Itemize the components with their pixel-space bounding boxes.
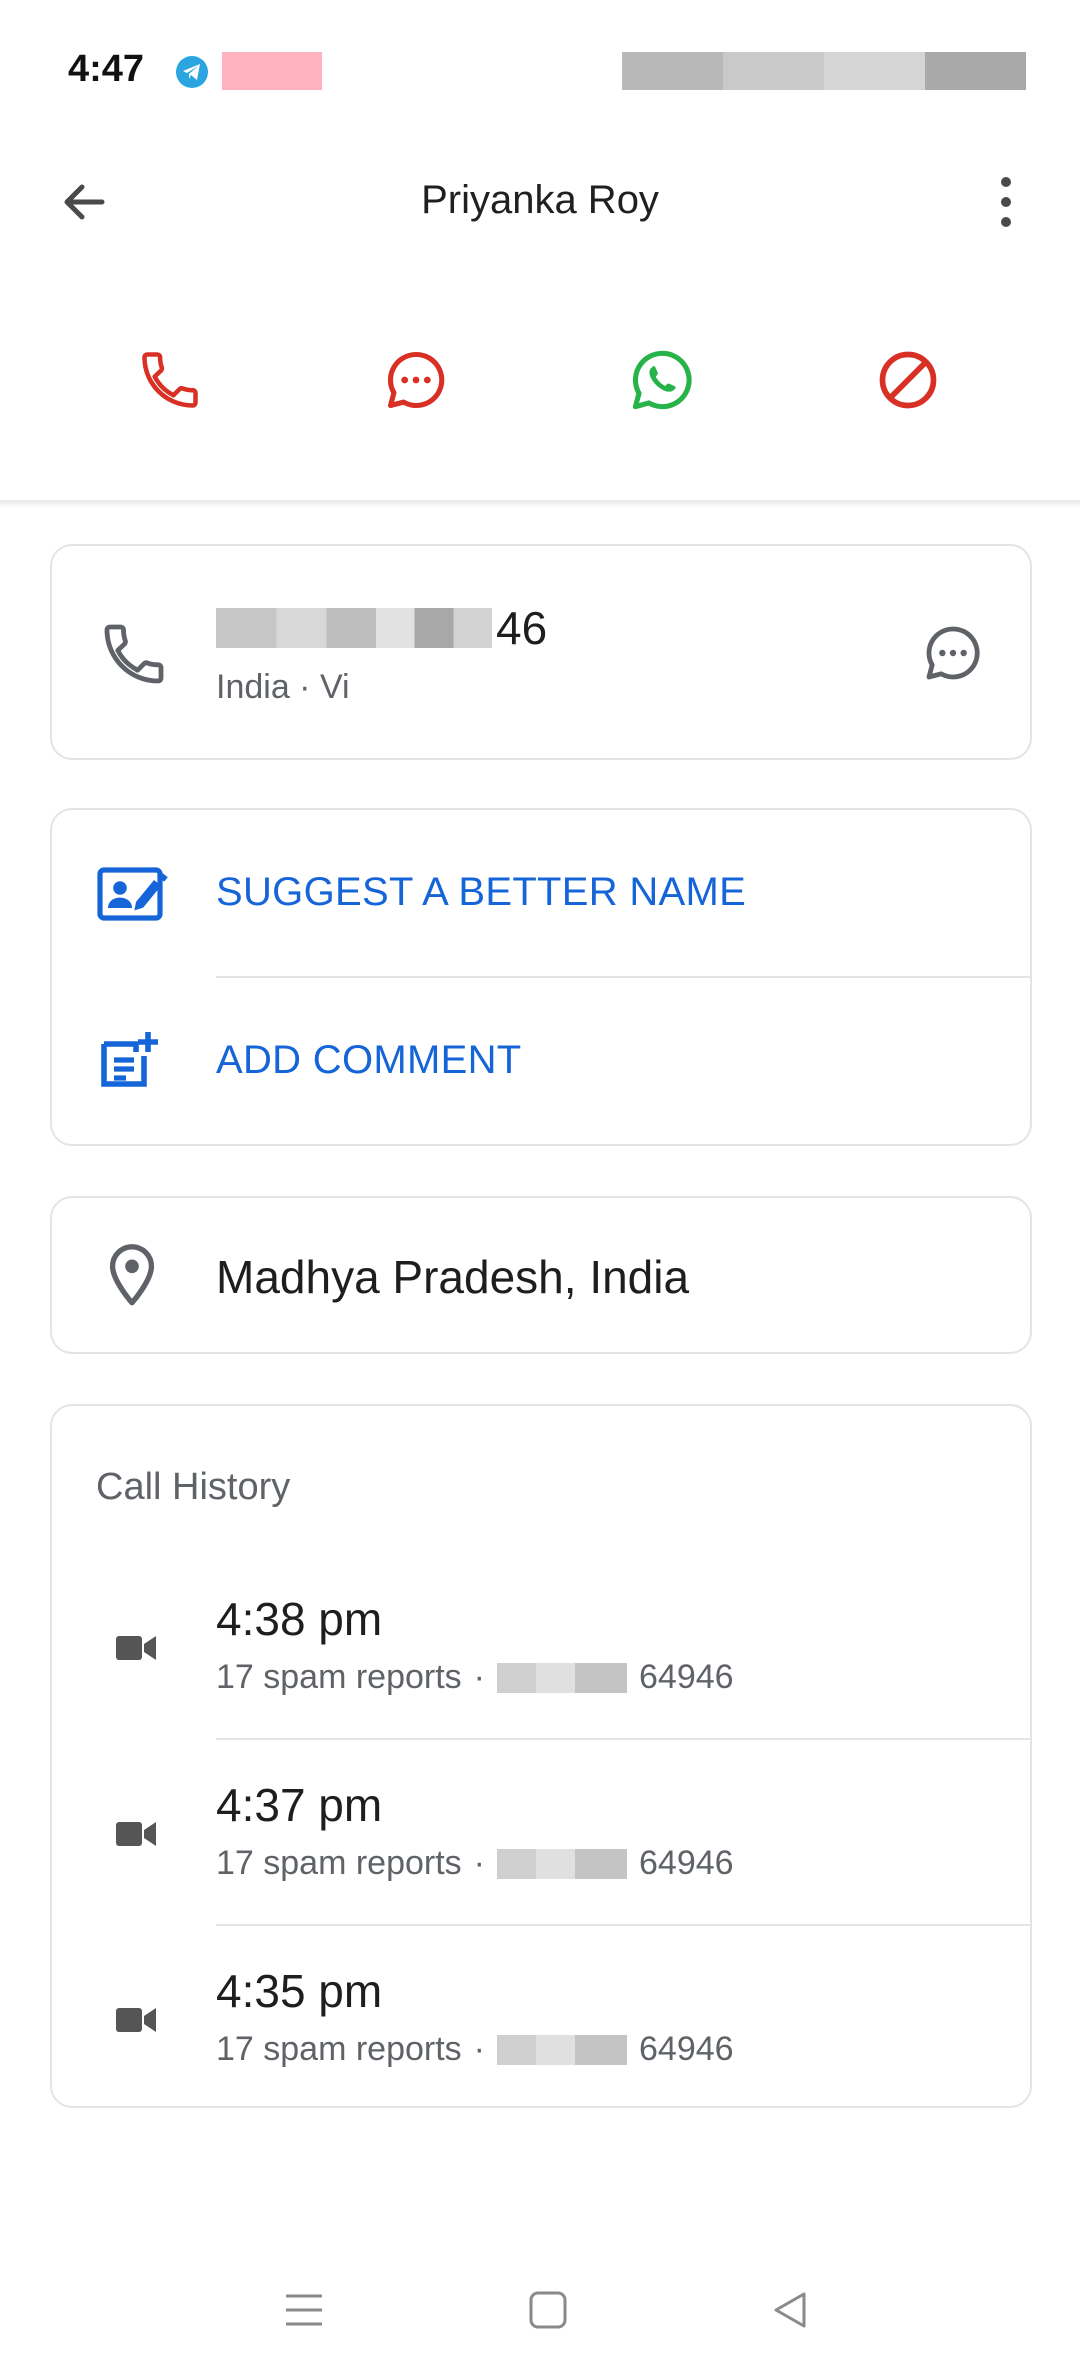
spam-report-count: 17 spam reports (216, 1844, 462, 1882)
video-call-icon (116, 1822, 156, 1846)
call-time: 4:35 pm (216, 1965, 383, 2017)
separator-dot: · (473, 1844, 485, 1882)
redacted-number (497, 1848, 627, 1879)
phone-icon (142, 352, 198, 408)
home-button[interactable] (518, 2280, 578, 2340)
menu-icon (286, 2294, 322, 2326)
location-card: Madhya Pradesh, India (50, 1196, 1032, 1354)
sms-button[interactable] (914, 614, 992, 692)
more-options-button[interactable] (978, 170, 1034, 234)
call-history-item[interactable]: 4:38 pm 17 spam reports · 64946 (52, 1554, 1030, 1740)
phone-number-card[interactable]: 46 India · Vi (50, 544, 1032, 760)
status-bar: 4:47 (0, 0, 1080, 120)
suggest-comment-card: SUGGEST A BETTER NAME ADD COMMENT (50, 808, 1032, 1146)
suggest-name-label: SUGGEST A BETTER NAME (216, 870, 747, 914)
separator-dot: · (473, 1658, 485, 1696)
spam-report-count: 17 spam reports (216, 1658, 462, 1696)
status-time: 4:47 (68, 48, 145, 90)
redacted-status-icons (622, 52, 1026, 90)
redacted-number (497, 2034, 627, 2065)
call-time: 4:37 pm (216, 1779, 383, 1831)
separator-dot: · (473, 2030, 485, 2068)
number-suffix: 64946 (639, 2030, 734, 2068)
call-button[interactable] (120, 330, 220, 430)
call-history-item[interactable]: 4:35 pm 17 spam reports · 64946 (52, 1926, 1030, 2112)
call-details: 17 spam reports · 64946 (216, 2030, 734, 2069)
redacted-number (216, 608, 492, 648)
phone-carrier-info: India · Vi (216, 668, 350, 706)
location-text: Madhya Pradesh, India (216, 1251, 690, 1303)
spam-report-count: 17 spam reports (216, 2030, 462, 2068)
number-suffix: 64946 (639, 1844, 734, 1882)
video-call-icon (116, 2008, 156, 2032)
header-divider (0, 500, 1080, 508)
system-nav-bar (0, 2260, 1080, 2350)
call-details: 17 spam reports · 64946 (216, 1844, 734, 1883)
contact-name-title: Priyanka Roy (421, 178, 659, 222)
chat-bubble-icon (387, 351, 445, 409)
more-vertical-icon (1001, 177, 1011, 227)
chat-bubble-icon (926, 626, 980, 680)
call-history-card: Call History 4:38 pm 17 spam reports · 6… (50, 1404, 1032, 2108)
whatsapp-button[interactable] (612, 330, 712, 430)
add-comment-row[interactable]: ADD COMMENT (52, 978, 1030, 1146)
telegram-icon (176, 56, 208, 88)
call-history-item[interactable]: 4:37 pm 17 spam reports · 64946 (52, 1740, 1030, 1926)
quick-actions-row (0, 330, 1080, 430)
block-button[interactable] (858, 330, 958, 430)
phone-number: 46 (216, 602, 547, 654)
add-note-icon (101, 1032, 158, 1087)
whatsapp-icon (632, 350, 692, 410)
call-time: 4:38 pm (216, 1593, 383, 1645)
redacted-number (497, 1662, 627, 1693)
contact-details-screen: { "status_bar": { "time": "4:47", "icons… (0, 0, 1080, 2372)
call-history-title: Call History (96, 1466, 291, 1508)
number-suffix: 64946 (639, 1658, 734, 1696)
phone-number-suffix: 46 (496, 602, 548, 654)
location-pin-icon (109, 1244, 155, 1306)
message-button[interactable] (366, 330, 466, 430)
call-details: 17 spam reports · 64946 (216, 1658, 734, 1697)
recent-apps-button[interactable] (274, 2280, 334, 2340)
top-app-bar: Priyanka Roy (0, 130, 1080, 280)
add-comment-label: ADD COMMENT (216, 1038, 522, 1082)
suggest-name-row[interactable]: SUGGEST A BETTER NAME (52, 810, 1030, 978)
back-triangle-icon (774, 2292, 806, 2328)
home-square-icon (529, 2291, 567, 2329)
edit-contact-icon (97, 867, 168, 921)
video-call-icon (116, 1636, 156, 1660)
system-back-button[interactable] (760, 2280, 820, 2340)
phone-icon (104, 624, 164, 684)
block-icon (879, 351, 937, 409)
redacted-status-area (222, 52, 322, 90)
